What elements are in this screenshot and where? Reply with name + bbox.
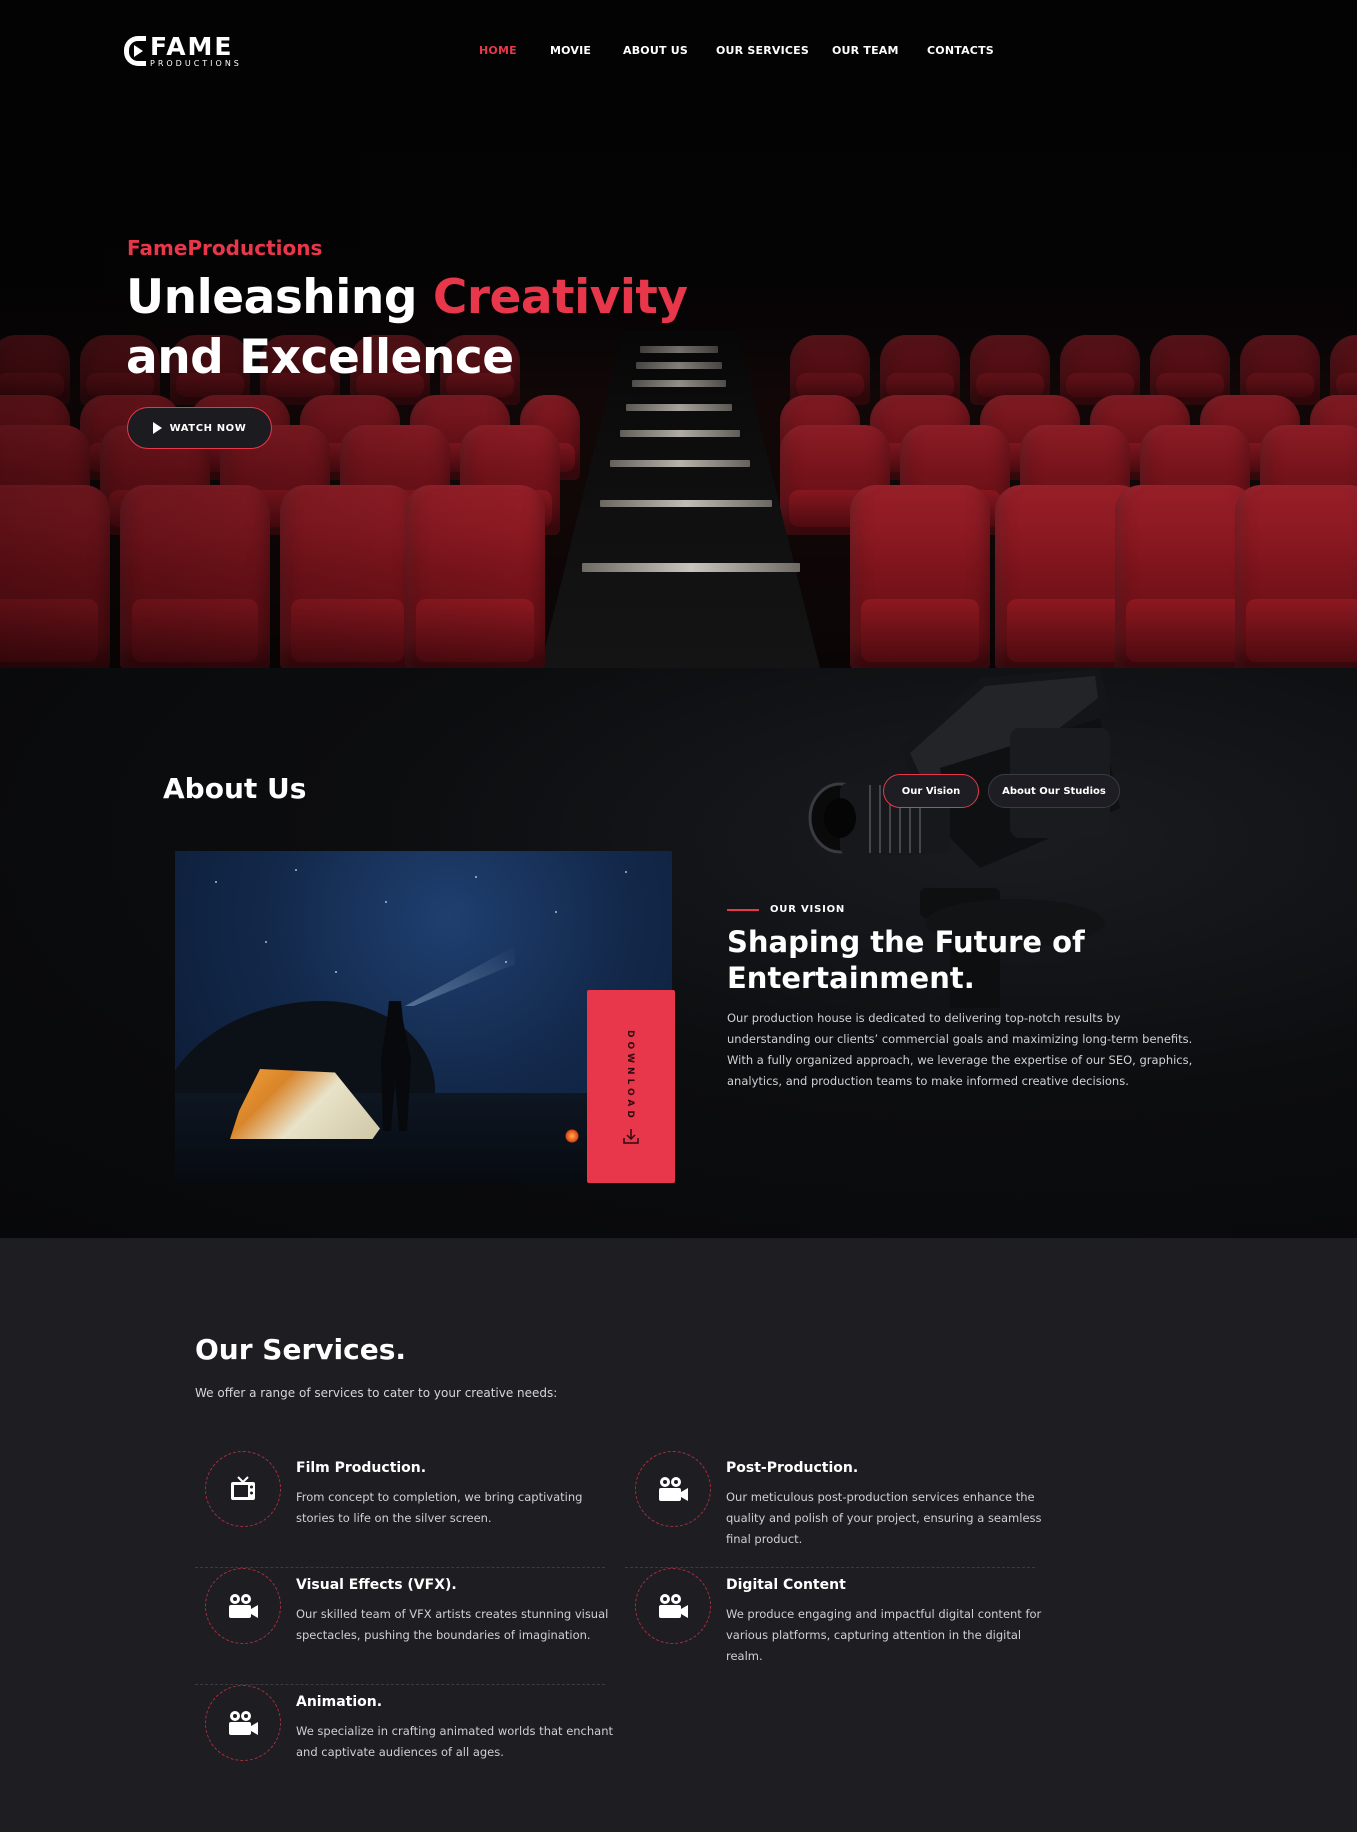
service-description: From concept to completion, we bring cap… [296, 1490, 583, 1525]
hero-title-accent: Creativity [432, 270, 688, 325]
nav-item-about-us[interactable]: ABOUT US [623, 44, 688, 57]
service-title: Digital Content [726, 1577, 846, 1593]
video-camera-icon [659, 1594, 688, 1618]
about-section: About Us Our Vision About Our Studios DO… [0, 668, 1357, 1238]
vision-label: OUR VISION [770, 904, 846, 915]
nav-item-movie[interactable]: MOVIE [550, 44, 591, 57]
nav-item-our-team[interactable]: OUR TEAM [832, 44, 899, 57]
video-camera-icon [229, 1711, 258, 1735]
vision-accent-line [727, 909, 759, 911]
download-icon [623, 1129, 639, 1144]
service-title: Animation. [296, 1694, 383, 1710]
hero-title-part2: and Excellence [126, 330, 514, 385]
video-camera-icon [229, 1594, 258, 1618]
service-icon-circle [205, 1451, 281, 1527]
service-item-film-production: Film Production. From concept to complet… [195, 1451, 605, 1568]
tv-icon [231, 1476, 255, 1500]
services-title: Our Services. [195, 1333, 406, 1366]
service-icon-circle [635, 1568, 711, 1644]
services-subtitle: We offer a range of services to cater to… [195, 1386, 558, 1400]
service-description: We produce engaging and impactful digita… [726, 1607, 1042, 1663]
services-section: Our Services. We offer a range of servic… [0, 1238, 1357, 1832]
hero-title: Unleashing Creativity and Excellence [126, 268, 826, 388]
download-button[interactable]: DOWNLOAD [587, 990, 675, 1183]
play-icon [152, 422, 162, 434]
service-item-visual-effects: Visual Effects (VFX). Our skilled team o… [195, 1568, 608, 1685]
nav-item-our-services[interactable]: OUR SERVICES [716, 44, 809, 57]
service-icon-circle [205, 1568, 281, 1644]
service-title: Film Production. [296, 1460, 427, 1476]
watch-now-button[interactable]: WATCH NOW [127, 407, 272, 449]
service-description: Our skilled team of VFX artists creates … [296, 1607, 609, 1642]
service-item-post-production: Post-Production. Our meticulous post-pro… [625, 1451, 1042, 1568]
service-description: We specialize in crafting animated world… [296, 1724, 614, 1759]
service-item-animation: Animation. We specialize in crafting ani… [195, 1685, 613, 1802]
logo-subtitle: PRODUCTIONS [150, 59, 242, 68]
about-title: About Us [163, 772, 307, 805]
tab-about-our-studios[interactable]: About Our Studios [988, 774, 1120, 808]
watch-now-label: WATCH NOW [169, 422, 247, 434]
service-item-digital-content: Digital Content We produce engaging and … [625, 1568, 1041, 1685]
service-icon-circle [635, 1451, 711, 1527]
video-camera-icon [659, 1477, 688, 1501]
service-title: Visual Effects (VFX). [296, 1577, 457, 1593]
vision-body: Our production house is dedicated to del… [727, 1011, 1193, 1088]
nav-item-home[interactable]: HOME [479, 44, 517, 57]
service-description: Our meticulous post-production services … [726, 1490, 1042, 1546]
hero-title-part1: Unleashing [126, 270, 433, 325]
tab-our-vision[interactable]: Our Vision [883, 774, 979, 808]
hero-section: FAME PRODUCTIONS HOME MOVIE ABOUT US OUR… [0, 0, 1357, 668]
service-icon-circle [205, 1685, 281, 1761]
nav-item-contacts[interactable]: CONTACTS [927, 44, 994, 57]
vision-title: Shaping the Future of Entertainment. [727, 925, 1085, 995]
service-title: Post-Production. [726, 1460, 859, 1476]
main-nav: HOME MOVIE ABOUT US OUR SERVICES OUR TEA… [0, 44, 1357, 58]
download-label: DOWNLOAD [625, 1030, 635, 1122]
hero-eyebrow: FameProductions [127, 236, 323, 260]
